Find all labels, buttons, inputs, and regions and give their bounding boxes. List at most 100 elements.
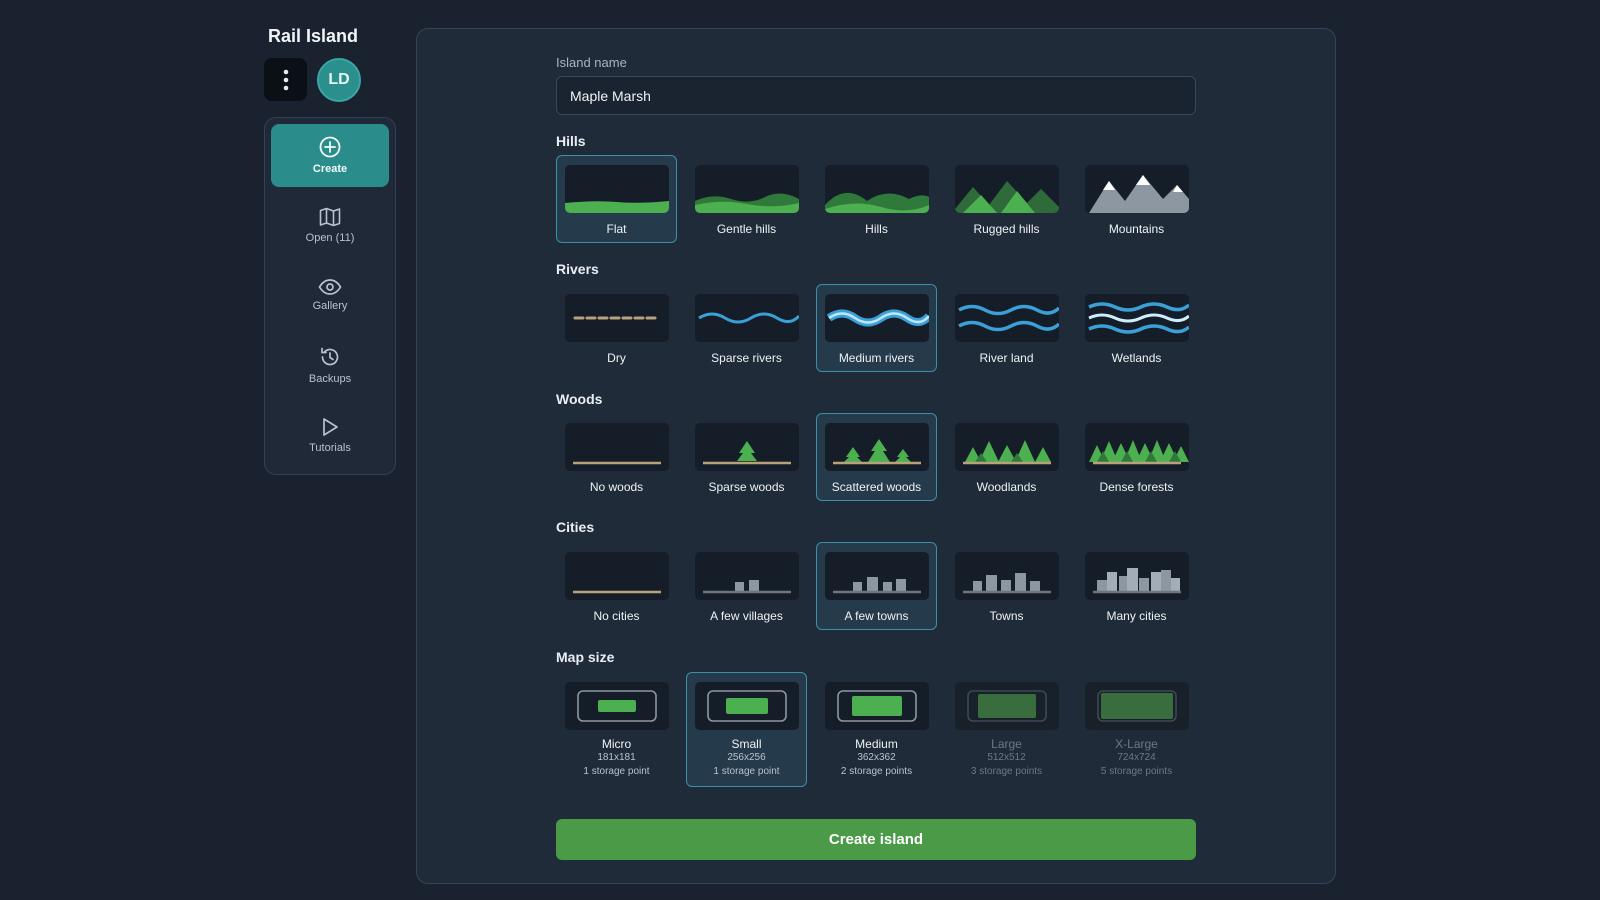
option-label: A few villages <box>710 609 783 623</box>
user-avatar[interactable]: LD <box>317 58 361 102</box>
option-label: No woods <box>589 480 644 494</box>
option-label: Dense forests <box>1099 480 1174 494</box>
nav-label: Create <box>312 163 348 175</box>
option-river-land[interactable]: River land <box>946 284 1067 372</box>
option-storage-cost: 2 storage points <box>840 766 913 777</box>
option-label: River land <box>979 351 1034 365</box>
option-a-few-towns[interactable]: A few towns <box>816 542 937 630</box>
option-towns[interactable]: Towns <box>946 542 1067 630</box>
woods-options: No woods Sparse woods Scattered woods Wo… <box>556 413 1197 501</box>
island-name-input[interactable] <box>556 76 1196 115</box>
medium-rivers-icon <box>824 294 929 342</box>
wetlands-icon <box>1084 294 1189 342</box>
option-dimensions: 724x724 <box>1117 752 1156 763</box>
sidebar-nav: Create Open (11) Gallery Backups Tutoria… <box>264 117 396 475</box>
option-label: A few towns <box>844 609 909 623</box>
option-label: Large <box>991 737 1022 751</box>
section-title-cities: Cities <box>556 519 595 535</box>
play-icon <box>323 418 338 436</box>
nav-item-tutorials[interactable]: Tutorials <box>271 404 389 467</box>
nav-item-backups[interactable]: Backups <box>271 334 389 397</box>
nav-item-gallery[interactable]: Gallery <box>271 264 389 327</box>
option-size-large[interactable]: Large 512x512 3 storage points <box>946 672 1067 787</box>
option-hills[interactable]: Hills <box>816 155 937 243</box>
option-no-cities[interactable]: No cities <box>556 542 677 630</box>
rugged-hills-icon <box>954 165 1059 213</box>
option-storage-cost: 1 storage point <box>583 766 650 777</box>
option-label: Flat <box>606 222 627 236</box>
plus-circle-icon <box>319 136 341 158</box>
cities-options: No cities A few villages A few towns Tow… <box>556 542 1197 630</box>
option-dimensions: 181x181 <box>597 752 636 763</box>
option-label: Woodlands <box>976 480 1037 494</box>
option-mountains[interactable]: Mountains <box>1076 155 1197 243</box>
option-size-medium[interactable]: Medium 362x362 2 storage points <box>816 672 937 787</box>
section-title-rivers: Rivers <box>556 261 599 277</box>
option-size-micro[interactable]: Micro 181x181 1 storage point <box>556 672 677 787</box>
option-label: Sparse woods <box>708 480 785 494</box>
sparse-woods-icon <box>694 423 799 471</box>
section-title-hills: Hills <box>556 133 586 149</box>
no-cities-icon <box>564 552 669 600</box>
option-sparse-rivers[interactable]: Sparse rivers <box>686 284 807 372</box>
option-gentle-hills[interactable]: Gentle hills <box>686 155 807 243</box>
dense-forests-icon <box>1084 423 1189 471</box>
option-flat[interactable]: Flat <box>556 155 677 243</box>
more-menu-button[interactable] <box>264 58 307 101</box>
scattered-woods-icon <box>824 423 929 471</box>
history-icon <box>321 347 339 366</box>
app-title: Rail Island <box>268 26 359 46</box>
kebab-menu-icon <box>283 69 288 90</box>
option-label: Many cities <box>1106 609 1167 623</box>
mountains-icon <box>1084 165 1189 213</box>
option-label: Medium <box>855 737 898 751</box>
map-size-small-icon <box>694 682 799 730</box>
option-a-few-villages[interactable]: A few villages <box>686 542 807 630</box>
hills-options: Flat Gentle hills Hills Rugged hills Mou… <box>556 155 1197 243</box>
woodlands-icon <box>954 423 1059 471</box>
towns-icon <box>954 552 1059 600</box>
map-icon <box>319 207 341 227</box>
option-woodlands[interactable]: Woodlands <box>946 413 1067 501</box>
eye-icon <box>318 279 342 295</box>
nav-label: Gallery <box>312 300 348 312</box>
nav-item-create[interactable]: Create <box>271 124 389 187</box>
option-dense-forests[interactable]: Dense forests <box>1076 413 1197 501</box>
hills-icon <box>824 165 929 213</box>
option-many-cities[interactable]: Many cities <box>1076 542 1197 630</box>
option-label: Towns <box>989 609 1024 623</box>
option-medium-rivers[interactable]: Medium rivers <box>816 284 937 372</box>
many-cities-icon <box>1084 552 1189 600</box>
option-label: Wetlands <box>1111 351 1162 365</box>
section-title-map-size: Map size <box>556 649 615 665</box>
option-wetlands[interactable]: Wetlands <box>1076 284 1197 372</box>
option-label: Gentle hills <box>716 222 777 236</box>
option-label: Small <box>731 737 762 751</box>
option-dry[interactable]: Dry <box>556 284 677 372</box>
flat-terrain-icon <box>564 165 669 213</box>
option-storage-cost: 1 storage point <box>713 766 780 777</box>
option-dimensions: 256x256 <box>727 752 766 763</box>
nav-label: Backups <box>308 373 352 385</box>
option-size-x-large[interactable]: X-Large 724x724 5 storage points <box>1076 672 1197 787</box>
option-label: Mountains <box>1108 222 1165 236</box>
option-scattered-woods[interactable]: Scattered woods <box>816 413 937 501</box>
option-label: No cities <box>593 609 640 623</box>
option-dimensions: 362x362 <box>857 752 896 763</box>
villages-icon <box>694 552 799 600</box>
option-label: Medium rivers <box>838 351 915 365</box>
option-label: Hills <box>865 222 888 236</box>
option-rugged-hills[interactable]: Rugged hills <box>946 155 1067 243</box>
map-size-medium-icon <box>824 682 929 730</box>
map-size-options: Micro 181x181 1 storage point Small 256x… <box>556 672 1197 787</box>
option-no-woods[interactable]: No woods <box>556 413 677 501</box>
option-size-small[interactable]: Small 256x256 1 storage point <box>686 672 807 787</box>
create-island-button[interactable]: Create island <box>556 819 1196 860</box>
option-sparse-woods[interactable]: Sparse woods <box>686 413 807 501</box>
option-storage-cost: 5 storage points <box>1100 766 1173 777</box>
option-label: Micro <box>601 737 632 751</box>
option-label: Sparse rivers <box>711 351 782 365</box>
map-size-x-large-icon <box>1084 682 1189 730</box>
nav-item-open[interactable]: Open (11) <box>271 194 389 257</box>
dry-riverbed-icon <box>564 294 669 342</box>
